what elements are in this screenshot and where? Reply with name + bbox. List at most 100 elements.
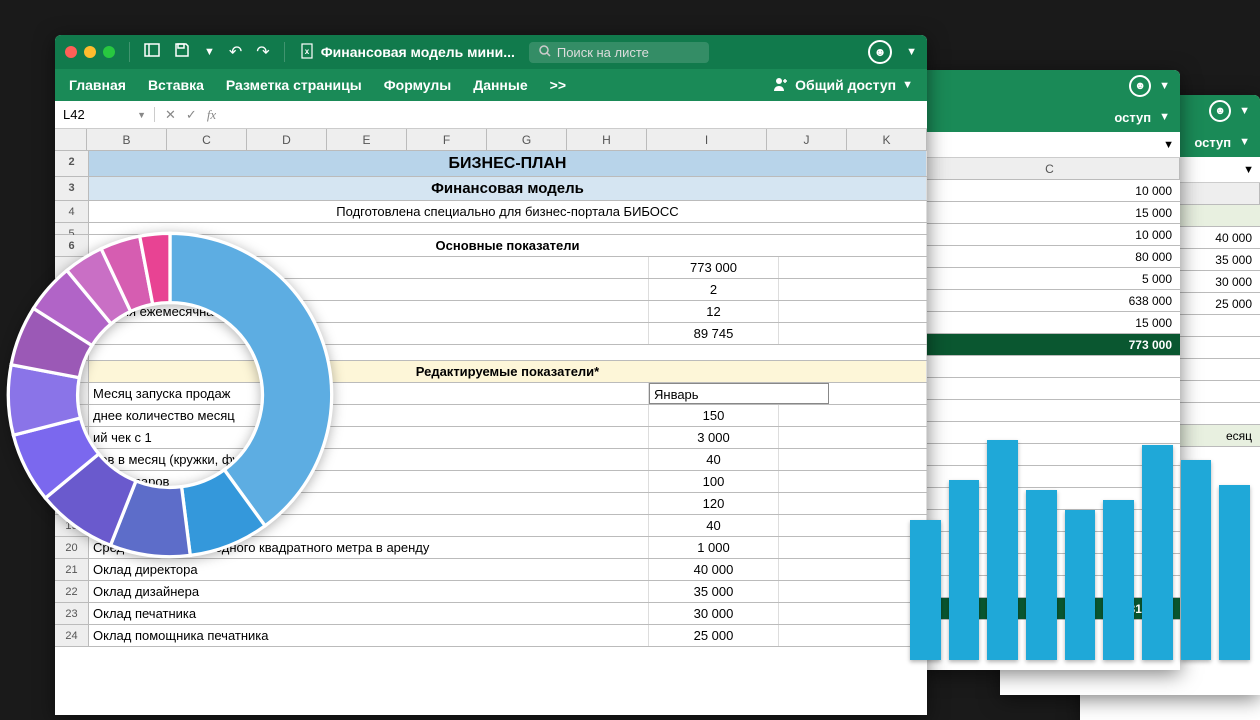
- col-header[interactable]: I: [647, 129, 767, 150]
- ribbon: Главная Вставка Разметка страницы Формул…: [55, 69, 927, 101]
- chevron-down-icon[interactable]: ▼: [1239, 105, 1250, 117]
- share-label[interactable]: оступ: [1194, 135, 1231, 150]
- col-header[interactable]: J: [767, 129, 847, 150]
- maximize-button[interactable]: [103, 46, 115, 58]
- chevron-down-icon[interactable]: ▼: [1159, 80, 1170, 92]
- value-cell[interactable]: [920, 378, 1180, 399]
- save-icon[interactable]: [174, 42, 190, 63]
- minimize-button[interactable]: [84, 46, 96, 58]
- dropdown-icon[interactable]: ▼: [137, 110, 146, 120]
- subtitle-cell: Финансовая модель: [89, 177, 927, 200]
- column-headers: C: [920, 158, 1180, 180]
- chevron-down-icon: ▼: [1163, 139, 1174, 151]
- search-placeholder: Поиск на листе: [557, 45, 649, 60]
- col-header[interactable]: E: [327, 129, 407, 150]
- col-header[interactable]: C: [920, 158, 1180, 179]
- value-cell[interactable]: 15 000: [920, 202, 1180, 223]
- value-cell[interactable]: 5 000: [920, 268, 1180, 289]
- layout-icon[interactable]: [144, 42, 160, 63]
- value-cell[interactable]: 40 000: [649, 559, 779, 580]
- smiley-icon[interactable]: ☻: [1209, 100, 1231, 122]
- share-label[interactable]: оступ: [1114, 110, 1151, 125]
- value-cell[interactable]: 120: [649, 493, 779, 514]
- label-cell[interactable]: Оклад дизайнера: [89, 581, 649, 602]
- col-header[interactable]: C: [167, 129, 247, 150]
- smiley-icon[interactable]: ☻: [1129, 75, 1151, 97]
- value-cell[interactable]: 10 000: [920, 224, 1180, 245]
- tab-more[interactable]: >>: [550, 77, 566, 93]
- value-cell[interactable]: 25 000: [649, 625, 779, 646]
- value-cell[interactable]: 12: [649, 301, 779, 322]
- confirm-icon[interactable]: ✓: [186, 107, 197, 123]
- title-cell: БИЗНЕС-ПЛАН: [89, 151, 927, 176]
- tab-pagelayout[interactable]: Разметка страницы: [226, 77, 362, 93]
- chevron-down-icon[interactable]: ▼: [1239, 136, 1250, 148]
- donut-chart: [5, 230, 335, 560]
- col-header[interactable]: D: [247, 129, 327, 150]
- bar: [949, 480, 980, 660]
- value-cell[interactable]: 638 000: [920, 290, 1180, 311]
- value-cell[interactable]: 2: [649, 279, 779, 300]
- excel-file-icon: x: [299, 43, 315, 62]
- bar: [987, 440, 1018, 660]
- value-cell[interactable]: 150: [649, 405, 779, 426]
- tab-insert[interactable]: Вставка: [148, 77, 204, 93]
- col-header[interactable]: G: [487, 129, 567, 150]
- redo-icon[interactable]: ↷: [256, 42, 269, 62]
- column-headers: BCDEFGHIJK: [55, 129, 927, 151]
- total-cell[interactable]: 773 000: [920, 334, 1180, 355]
- share-button[interactable]: Общий доступ ▼: [773, 76, 913, 95]
- share-label: Общий доступ: [795, 77, 896, 93]
- cancel-icon[interactable]: ✕: [165, 107, 176, 123]
- bar: [1103, 500, 1134, 660]
- bar: [1065, 510, 1096, 660]
- search-icon: [539, 45, 551, 60]
- value-cell[interactable]: [920, 400, 1180, 421]
- titlebar: ▼ ↶ ↷ x Финансовая модель мини... Поиск …: [55, 35, 927, 69]
- col-header[interactable]: F: [407, 129, 487, 150]
- svg-text:x: x: [304, 47, 309, 56]
- select-all-corner[interactable]: [55, 129, 87, 150]
- undo-icon[interactable]: ↶: [229, 42, 242, 62]
- smiley-icon[interactable]: ☻: [868, 40, 892, 64]
- value-cell[interactable]: 40: [649, 515, 779, 536]
- close-button[interactable]: [65, 46, 77, 58]
- value-cell[interactable]: 10 000: [920, 180, 1180, 201]
- chevron-down-icon[interactable]: ▼: [906, 46, 917, 58]
- value-cell[interactable]: 35 000: [649, 581, 779, 602]
- col-header[interactable]: H: [567, 129, 647, 150]
- chevron-down-icon[interactable]: ▼: [204, 46, 215, 58]
- chevron-down-icon[interactable]: ▼: [1159, 111, 1170, 123]
- label-cell[interactable]: Оклад помощника печатника: [89, 625, 649, 646]
- value-cell[interactable]: 100: [649, 471, 779, 492]
- fx-label[interactable]: fx: [207, 107, 216, 123]
- name-box[interactable]: L42 ▼: [55, 107, 155, 122]
- value-cell[interactable]: 773 000: [649, 257, 779, 278]
- col-header[interactable]: B: [87, 129, 167, 150]
- bar: [910, 520, 941, 660]
- tab-data[interactable]: Данные: [473, 77, 527, 93]
- search-box[interactable]: Поиск на листе: [529, 42, 709, 63]
- tab-formulas[interactable]: Формулы: [384, 77, 452, 93]
- value-cell[interactable]: 89 745: [649, 323, 779, 344]
- col-header[interactable]: K: [847, 129, 927, 150]
- bar: [1181, 460, 1212, 660]
- doc-title-text: Финансовая модель мини...: [321, 44, 515, 60]
- value-cell[interactable]: 30 000: [649, 603, 779, 624]
- bar: [1219, 485, 1250, 660]
- ribbon-stub: ☻ ▼: [920, 70, 1180, 102]
- value-cell[interactable]: 80 000: [920, 246, 1180, 267]
- formula-stub: ▼: [920, 132, 1180, 158]
- window-controls: [65, 46, 115, 58]
- value-cell[interactable]: 1 000: [649, 537, 779, 558]
- value-cell[interactable]: 40: [649, 449, 779, 470]
- chevron-down-icon: ▼: [1243, 164, 1254, 176]
- document-title: x Финансовая модель мини...: [299, 43, 515, 62]
- label-cell[interactable]: Оклад директора: [89, 559, 649, 580]
- value-cell[interactable]: 15 000: [920, 312, 1180, 333]
- tab-home[interactable]: Главная: [69, 77, 126, 93]
- value-cell[interactable]: 3 000: [649, 427, 779, 448]
- dropdown-cell[interactable]: Январь▼: [649, 383, 829, 404]
- value-cell[interactable]: [920, 356, 1180, 377]
- label-cell[interactable]: Оклад печатника: [89, 603, 649, 624]
